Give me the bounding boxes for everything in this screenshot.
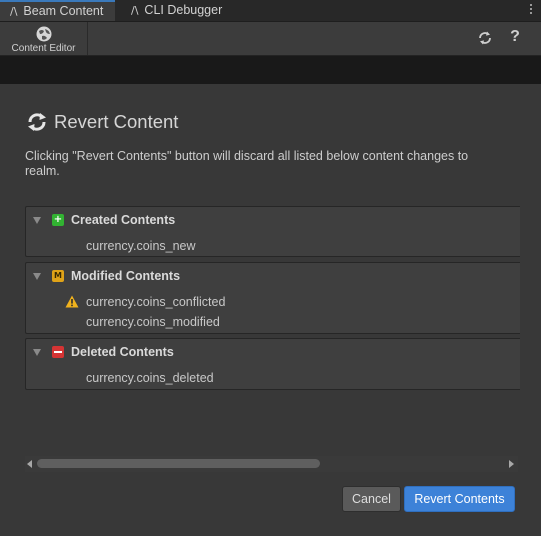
- tab-cli-debugger[interactable]: /\ CLI Debugger: [121, 0, 241, 21]
- group-title: Created Contents: [71, 213, 176, 227]
- toolbar: Content Editor ?: [0, 22, 541, 56]
- warning-icon: [65, 295, 79, 308]
- created-contents-group: + Created Contents currency.coins_new: [25, 206, 520, 257]
- created-badge-icon: +: [52, 214, 64, 226]
- deleted-contents-group: Deleted Contents currency.coins_deleted: [25, 338, 520, 390]
- list-item: currency.coins_modified: [86, 315, 220, 329]
- created-contents-header[interactable]: + Created Contents: [26, 207, 520, 233]
- more-options-icon[interactable]: [529, 2, 533, 16]
- revert-icon: [28, 113, 46, 131]
- window-tab-bar: /\ Beam Content /\ CLI Debugger: [0, 0, 541, 22]
- modified-contents-group: M Modified Contents currency.coins_confl…: [25, 262, 520, 334]
- globe-icon: [36, 26, 52, 42]
- help-icon[interactable]: ?: [507, 28, 523, 45]
- scroll-right-icon[interactable]: [509, 460, 514, 468]
- tab-label: CLI Debugger: [144, 3, 223, 17]
- collapse-triangle-icon[interactable]: [33, 349, 41, 356]
- group-title: Deleted Contents: [71, 345, 174, 359]
- content-editor-label: Content Editor: [11, 43, 76, 54]
- list-item: currency.coins_deleted: [86, 371, 214, 385]
- horizontal-scrollbar[interactable]: [25, 456, 518, 472]
- scrollbar-thumb[interactable]: [37, 459, 320, 468]
- collapse-triangle-icon[interactable]: [33, 217, 41, 224]
- list-item: currency.coins_new: [86, 239, 196, 253]
- refresh-icon[interactable]: [477, 30, 493, 46]
- group-title: Modified Contents: [71, 269, 181, 283]
- beam-icon: /\: [10, 5, 18, 18]
- tab-beam-content[interactable]: /\ Beam Content: [0, 0, 115, 21]
- scroll-left-icon[interactable]: [27, 460, 32, 468]
- page-title: Revert Content: [54, 111, 179, 132]
- modified-contents-header[interactable]: M Modified Contents: [26, 263, 520, 289]
- list-item: currency.coins_conflicted: [86, 295, 226, 309]
- modified-badge-icon: M: [52, 270, 64, 282]
- beam-icon: /\: [131, 4, 139, 17]
- deleted-contents-header[interactable]: Deleted Contents: [26, 339, 520, 365]
- cancel-button[interactable]: Cancel: [342, 486, 401, 512]
- collapse-triangle-icon[interactable]: [33, 273, 41, 280]
- content-editor-button[interactable]: Content Editor: [0, 22, 88, 55]
- toolbar-strip: [0, 56, 541, 84]
- deleted-badge-icon: [52, 346, 64, 358]
- revert-contents-button[interactable]: Revert Contents: [404, 486, 515, 512]
- revert-description: Clicking "Revert Contents" button will d…: [25, 149, 469, 178]
- tab-label: Beam Content: [23, 4, 104, 18]
